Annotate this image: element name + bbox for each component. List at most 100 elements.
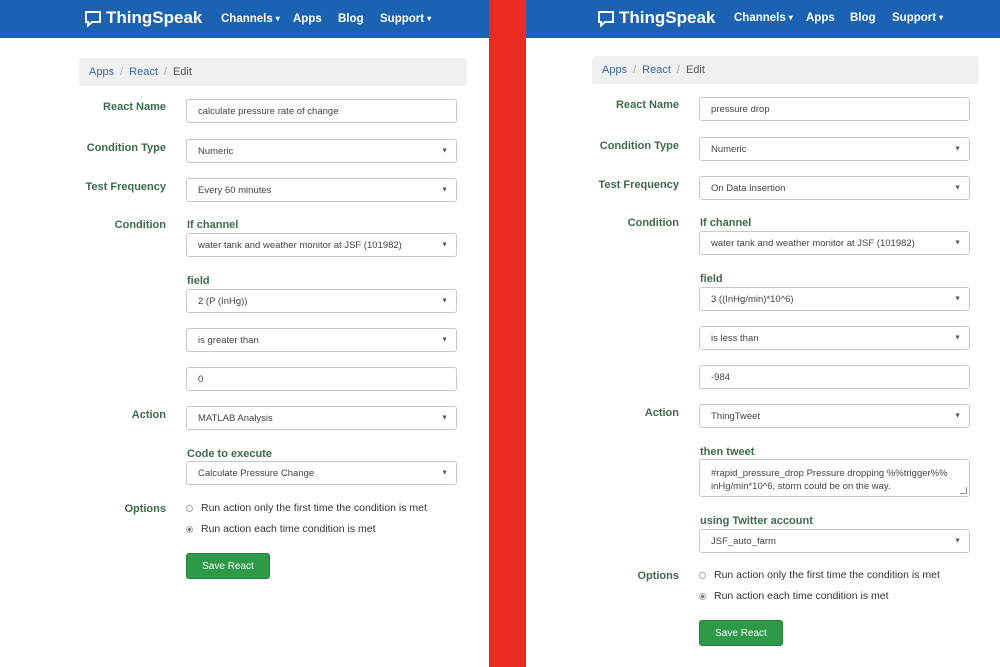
action-select[interactable]: MATLAB Analysis ▼ (186, 406, 457, 430)
condition-value: -984 (711, 371, 731, 383)
channel-select[interactable]: water tank and weather monitor at JSF (1… (186, 233, 457, 257)
chat-bubble-icon (598, 10, 614, 27)
twitter-account-select[interactable]: JSF_auto_farm ▼ (699, 529, 970, 553)
react-name-value: pressure drop (711, 103, 770, 115)
action-select[interactable]: ThingTweet ▼ (699, 404, 970, 428)
resize-handle-icon[interactable] (960, 487, 967, 494)
option-first-time-label: Run action only the first time the condi… (714, 569, 940, 581)
caret-down-icon: ▾ (427, 14, 432, 23)
test-frequency-select[interactable]: Every 60 minutes ▼ (186, 178, 457, 202)
nav-channels-label: Channels (221, 13, 273, 25)
test-frequency-label: Test Frequency (85, 181, 167, 193)
field-select[interactable]: 3 ((InHg/min)*10^6) ▼ (699, 287, 970, 311)
breadcrumb-edit: Edit (172, 66, 192, 78)
nav-apps-label: Apps (293, 13, 322, 25)
left-panel: ThingSpeak Channels ▾ Apps Blog Support ▾ … (0, 0, 489, 667)
operator-select[interactable]: is greater than ▼ (186, 328, 457, 352)
nav-blog[interactable]: Blog (338, 13, 364, 25)
chevron-down-icon: ▼ (954, 295, 961, 303)
brand-logo[interactable]: ThingSpeak (84, 8, 202, 28)
option-first-time[interactable]: Run action only the first time the condi… (699, 569, 940, 581)
tweet-textarea[interactable]: #rapid_pressure_drop Pressure dropping %… (699, 459, 970, 497)
radio-button[interactable] (699, 571, 706, 579)
field-label: field (187, 275, 210, 287)
test-frequency-label: Test Frequency (598, 179, 680, 191)
action-value: ThingTweet (711, 410, 761, 422)
nav-apps-label: Apps (806, 12, 835, 24)
save-react-button[interactable]: Save React (699, 620, 783, 646)
breadcrumb-react[interactable]: React (129, 66, 158, 78)
option-first-time[interactable]: Run action only the first time the condi… (186, 502, 427, 514)
field-label: field (700, 273, 723, 285)
condition-type-value: Numeric (711, 143, 747, 155)
navbar: ThingSpeak Channels ▾ Apps Blog Support ▾ (0, 0, 489, 38)
react-name-label: React Name (103, 101, 166, 113)
nav-apps[interactable]: Apps (293, 13, 322, 25)
right-panel: ThingSpeak Channels ▾ Apps Blog Support ▾ … (526, 0, 1000, 667)
code-select[interactable]: Calculate Pressure Change ▼ (186, 461, 457, 485)
channel-select[interactable]: water tank and weather monitor at JSF (1… (699, 231, 970, 255)
condition-value-input[interactable]: -984 (699, 365, 970, 389)
condition-type-label: Condition Type (86, 142, 166, 154)
nav-blog[interactable]: Blog (850, 12, 876, 24)
chat-bubble-icon (85, 10, 101, 27)
navbar: ThingSpeak Channels ▾ Apps Blog Support ▾ (526, 0, 1000, 38)
condition-label: Condition (627, 217, 679, 229)
nav-blog-label: Blog (338, 13, 364, 25)
breadcrumb-separator: / (633, 64, 637, 76)
radio-button-checked[interactable] (699, 592, 706, 600)
chevron-down-icon: ▼ (441, 186, 448, 194)
chevron-down-icon: ▼ (441, 241, 448, 249)
nav-support-label: Support (892, 12, 937, 24)
then-tweet-label: then tweet (700, 446, 755, 458)
radio-button[interactable] (186, 504, 193, 512)
action-label: Action (131, 409, 166, 421)
save-react-button[interactable]: Save React (186, 553, 270, 579)
nav-channels[interactable]: Channels ▾ (734, 12, 793, 24)
chevron-down-icon: ▼ (954, 145, 961, 153)
brand-name: ThingSpeak (106, 8, 203, 27)
breadcrumb-separator: / (676, 64, 680, 76)
chevron-down-icon: ▼ (954, 239, 961, 247)
option-each-time[interactable]: Run action each time condition is met (699, 590, 889, 602)
nav-support[interactable]: Support ▾ (380, 13, 431, 25)
chevron-down-icon: ▼ (954, 334, 961, 342)
condition-type-value: Numeric (198, 145, 234, 157)
operator-value: is greater than (198, 334, 259, 346)
nav-apps[interactable]: Apps (806, 12, 835, 24)
field-value: 3 ((InHg/min)*10^6) (711, 293, 794, 305)
using-twitter-account-label: using Twitter account (700, 515, 813, 527)
react-name-input[interactable]: calculate pressure rate of change (186, 99, 457, 123)
condition-value: 0 (198, 373, 204, 385)
breadcrumb-apps[interactable]: Apps (602, 64, 627, 76)
test-frequency-value: Every 60 minutes (198, 184, 272, 196)
condition-value-input[interactable]: 0 (186, 367, 457, 391)
field-select[interactable]: 2 (P (InHg)) ▼ (186, 289, 457, 313)
chevron-down-icon: ▼ (441, 147, 448, 155)
option-each-time[interactable]: Run action each time condition is met (186, 523, 376, 535)
chevron-down-icon: ▼ (441, 414, 448, 422)
channel-value: water tank and weather monitor at JSF (1… (711, 237, 915, 249)
tweet-value: #rapid_pressure_drop Pressure dropping %… (711, 468, 948, 492)
chevron-down-icon: ▼ (441, 336, 448, 344)
options-label: Options (637, 570, 679, 582)
condition-label: Condition (114, 219, 166, 231)
condition-type-select[interactable]: Numeric ▼ (186, 139, 457, 163)
breadcrumb-react[interactable]: React (642, 64, 671, 76)
test-frequency-select[interactable]: On Data Insertion ▼ (699, 176, 970, 200)
caret-down-icon: ▾ (939, 13, 944, 22)
nav-support-label: Support (380, 13, 425, 25)
radio-button-checked[interactable] (186, 525, 193, 533)
operator-select[interactable]: is less than ▼ (699, 326, 970, 350)
nav-support[interactable]: Support ▾ (892, 12, 943, 24)
breadcrumb-apps[interactable]: Apps (89, 66, 114, 78)
channel-value: water tank and weather monitor at JSF (1… (198, 239, 402, 251)
chevron-down-icon: ▼ (441, 297, 448, 305)
nav-channels[interactable]: Channels ▾ (221, 13, 280, 25)
condition-type-select[interactable]: Numeric ▼ (699, 137, 970, 161)
code-value: Calculate Pressure Change (198, 467, 315, 479)
react-name-input[interactable]: pressure drop (699, 97, 970, 121)
divider (489, 0, 526, 667)
brand-logo[interactable]: ThingSpeak (597, 8, 715, 28)
if-channel-label: If channel (700, 217, 752, 229)
